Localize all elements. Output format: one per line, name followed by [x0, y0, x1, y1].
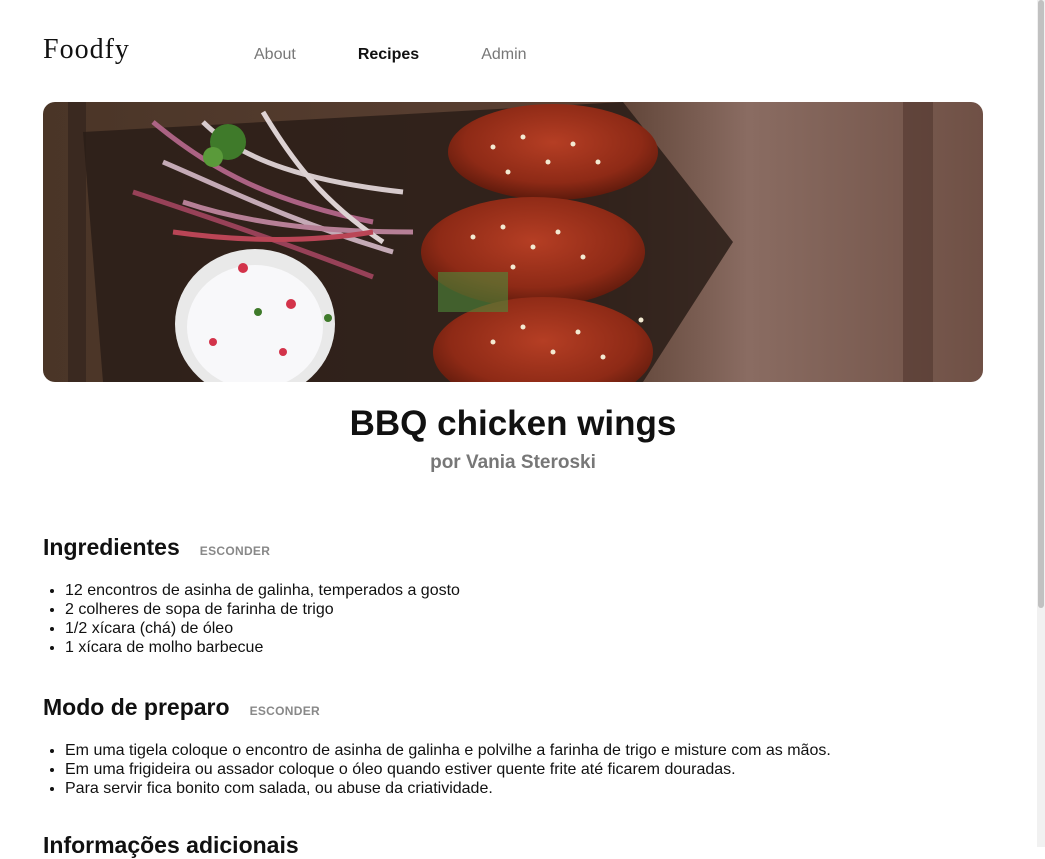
- site-header: Foodfy About Recipes Admin: [43, 32, 983, 72]
- recipe-image: [43, 102, 983, 382]
- ingredients-list: 12 encontros de asinha de galinha, tempe…: [43, 581, 460, 657]
- additional-header: Informações adicionais: [43, 832, 299, 859]
- nav-link-recipes[interactable]: Recipes: [358, 46, 419, 64]
- ingredients-header: Ingredientes ESCONDER: [43, 534, 270, 561]
- ingredients-title: Ingredientes: [43, 534, 180, 560]
- main-nav: About Recipes Admin: [254, 46, 589, 64]
- recipe-photo-illustration: [43, 102, 983, 382]
- additional-title: Informações adicionais: [43, 832, 299, 858]
- ingredients-hide-toggle[interactable]: ESCONDER: [200, 544, 270, 558]
- nav-link-admin[interactable]: Admin: [481, 46, 526, 64]
- nav-link-about[interactable]: About: [254, 46, 296, 64]
- list-item: 12 encontros de asinha de galinha, tempe…: [65, 581, 460, 600]
- list-item: Para servir fica bonito com salada, ou a…: [65, 779, 831, 798]
- list-item: 1/2 xícara (chá) de óleo: [65, 619, 460, 638]
- list-item: 2 colheres de sopa de farinha de trigo: [65, 600, 460, 619]
- preparation-list: Em uma tigela coloque o encontro de asin…: [43, 741, 831, 798]
- list-item: Em uma frigideira ou assador coloque o ó…: [65, 760, 831, 779]
- logo[interactable]: Foodfy: [43, 34, 130, 66]
- recipe-author: por Vania Steroski: [430, 452, 596, 473]
- recipe-title: BBQ chicken wings: [349, 404, 677, 443]
- list-item: 1 xícara de molho barbecue: [65, 638, 460, 657]
- list-item: Em uma tigela coloque o encontro de asin…: [65, 741, 831, 760]
- preparation-hide-toggle[interactable]: ESCONDER: [250, 704, 320, 718]
- scrollbar-thumb[interactable]: [1038, 0, 1044, 608]
- preparation-title: Modo de preparo: [43, 694, 230, 720]
- preparation-header: Modo de preparo ESCONDER: [43, 694, 320, 721]
- page-scrollbar[interactable]: [1037, 0, 1045, 847]
